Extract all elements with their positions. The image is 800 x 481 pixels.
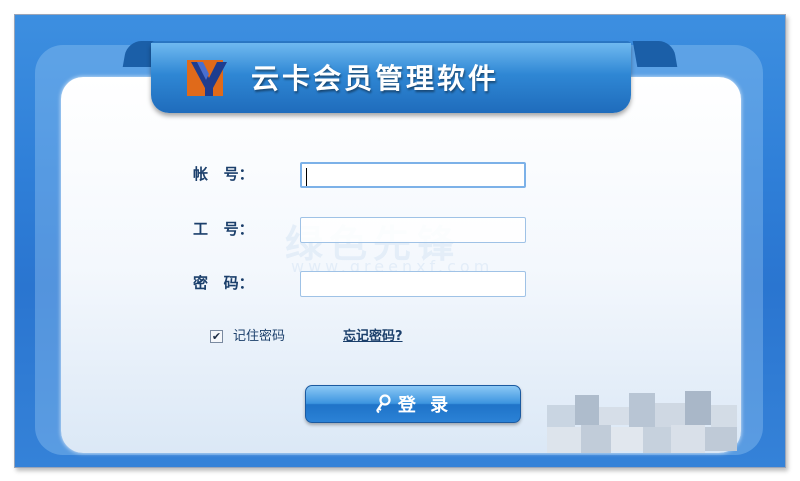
pixelated-watermark: [547, 391, 737, 453]
password-input[interactable]: [300, 271, 526, 297]
yk-logo-icon: [187, 60, 227, 96]
remember-password-label[interactable]: 记住密码: [233, 328, 285, 346]
forgot-password-link[interactable]: 忘记密码?: [343, 328, 403, 346]
app-window: 云卡会员管理软件 绿色先锋 www.greenxf.com 帐 号： 工 号： …: [14, 14, 786, 468]
password-label: 密 码：: [193, 274, 254, 292]
employee-id-input[interactable]: [300, 217, 526, 243]
login-button-label: 登 录: [397, 395, 453, 416]
employee-id-label: 工 号：: [193, 220, 254, 238]
account-label: 帐 号：: [193, 165, 254, 183]
app-title: 云卡会员管理软件: [251, 62, 500, 95]
login-button[interactable]: 登 录: [305, 385, 521, 423]
remember-password-checkbox[interactable]: ✔: [210, 330, 223, 343]
text-caret: [306, 168, 307, 186]
account-input[interactable]: [300, 162, 526, 188]
key-icon: [375, 394, 391, 414]
